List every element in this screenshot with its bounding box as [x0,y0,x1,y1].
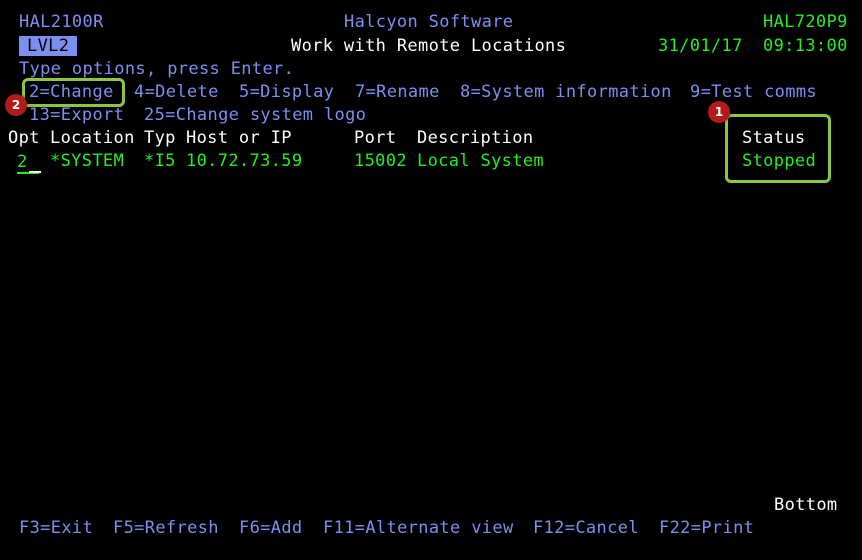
scroll-indicator: Bottom [774,495,838,515]
column-header-opt: Opt [8,128,40,148]
system-name: HAL720P9 [763,12,848,32]
column-header-typ: Typ [144,128,176,148]
text-cursor [29,171,41,173]
column-header-description: Description [417,128,534,148]
option-export[interactable]: 13=Export [29,105,124,125]
row-description: Local System [417,151,545,171]
annotation-badge-1: 1 [708,101,730,123]
annotation-badge-2: 2 [5,94,27,116]
time: 09:13:00 [763,36,848,56]
highlight-change-option [22,78,125,107]
column-header-port: Port [354,128,397,148]
screen-title: Work with Remote Locations [291,36,567,56]
fkey-refresh[interactable]: F5=Refresh [113,518,219,538]
row-host: 10.72.73.59 [186,151,303,171]
fkey-print[interactable]: F22=Print [659,518,754,538]
option-system-information[interactable]: 8=System information [460,82,672,102]
row-typ: *I5 [144,151,176,171]
level-badge: LVL2 [19,36,78,56]
option-rename[interactable]: 7=Rename [355,82,440,102]
option-display[interactable]: 5=Display [239,82,334,102]
option-delete[interactable]: 4=Delete [134,82,219,102]
company-name: Halcyon Software [344,12,514,32]
column-header-location: Location [50,128,135,148]
highlight-status-column [725,114,831,183]
column-header-host: Host or IP [186,128,292,148]
date: 31/01/17 [658,36,743,56]
row-port: 15002 [354,151,407,171]
option-test-comms[interactable]: 9=Test comms [690,82,817,102]
fkey-exit[interactable]: F3=Exit [19,518,93,538]
fkey-add[interactable]: F6=Add [239,518,303,538]
fkey-cancel[interactable]: F12=Cancel [533,518,639,538]
fkey-alternate-view[interactable]: F11=Alternate view [323,518,514,538]
option-change-system-logo[interactable]: 25=Change system logo [144,105,366,125]
program-name: HAL2100R [19,12,104,32]
row-location: *SYSTEM [50,151,125,171]
instructions: Type options, press Enter. [19,59,295,79]
